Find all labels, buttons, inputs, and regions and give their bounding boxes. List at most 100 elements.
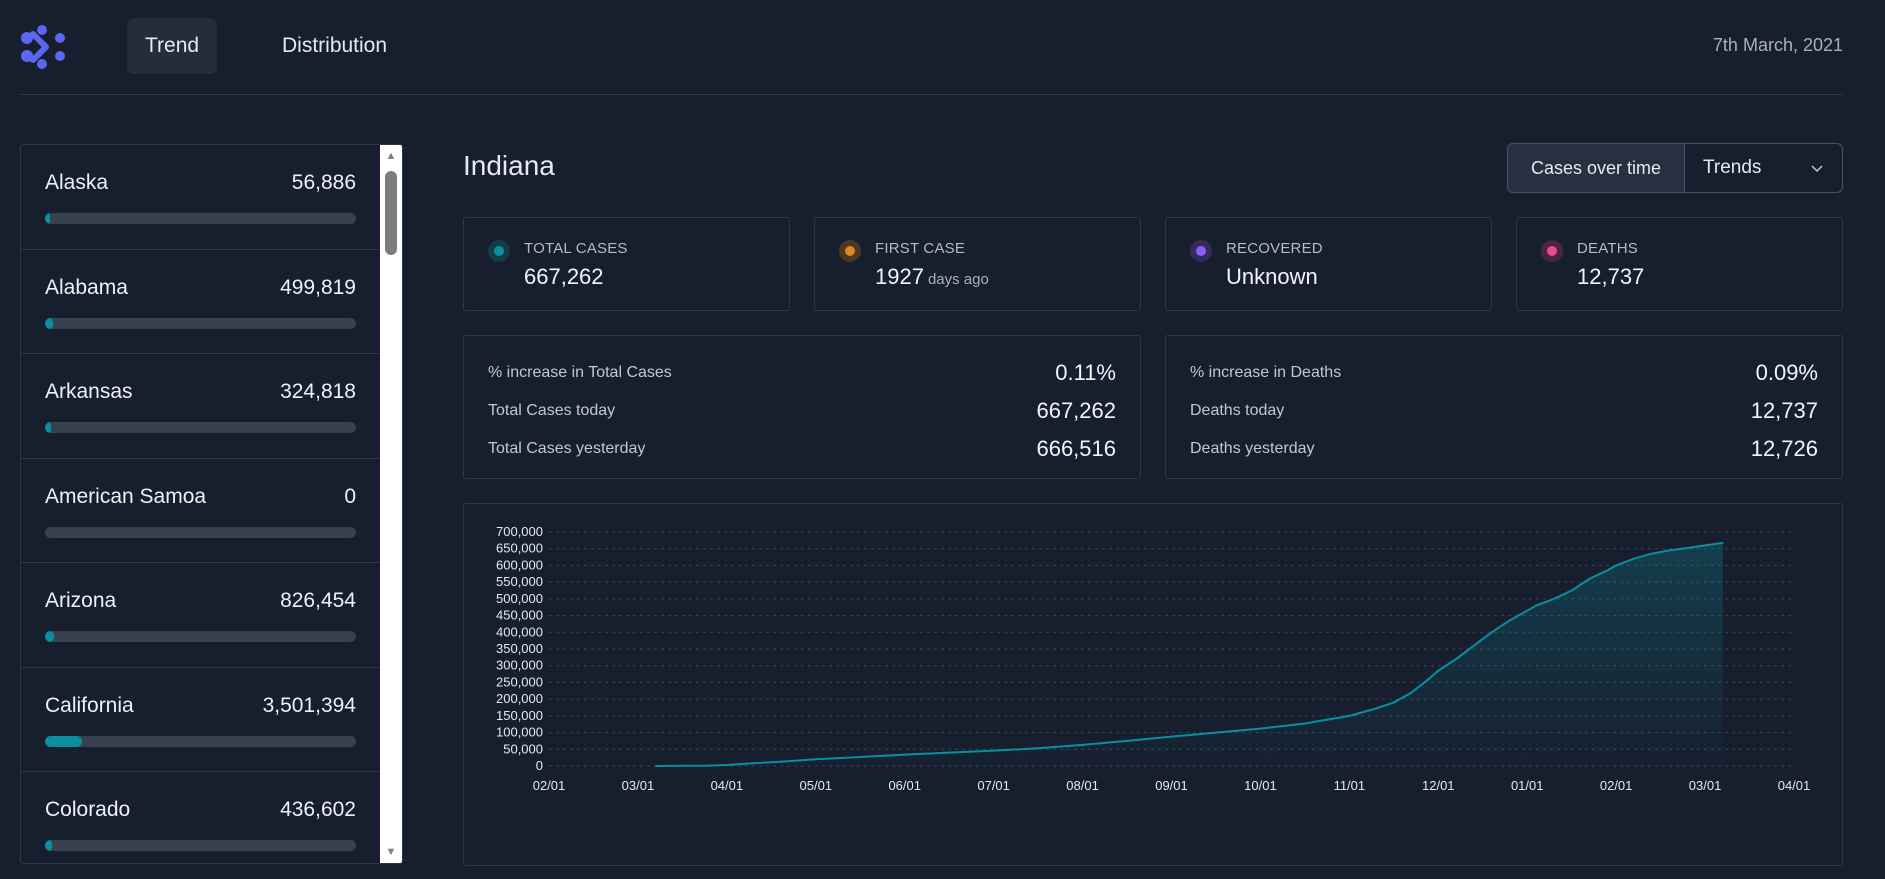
y-tick-label: 700,000 [496, 524, 543, 539]
cases-data-point [1722, 542, 1724, 544]
x-tick-label: 04/01 [711, 778, 744, 793]
cases-data-point [948, 751, 950, 754]
x-tick-label: 03/01 [1689, 778, 1722, 793]
state-case-count: 324,818 [280, 380, 356, 403]
state-list-scrollbar[interactable]: ▲ ▼ [380, 145, 402, 863]
x-tick-label: 03/01 [622, 778, 655, 793]
x-tick-label: 12/01 [1422, 778, 1455, 793]
state-list-item[interactable]: Alaska 56,886 [21, 145, 380, 250]
state-row: Arizona 826,454 [45, 589, 356, 613]
scroll-up-icon[interactable]: ▲ [380, 147, 402, 165]
cases-data-point [814, 758, 817, 761]
state-list-panel: Alaska 56,886 Alabama 499,819 Arkansas 324,81… [20, 144, 403, 864]
state-share-fill [45, 735, 83, 747]
view-type-dropdown[interactable]: Trends [1685, 144, 1842, 192]
cluster-logo-icon[interactable] [20, 24, 68, 70]
cases-data-point [1553, 598, 1555, 600]
cases-data-point [859, 756, 862, 758]
first-case-label: FIRST CASE [875, 240, 966, 257]
cases-increase-row: % increase in Total Cases 0.11% [488, 354, 1116, 392]
state-share-bar [45, 213, 356, 224]
deaths-today-row: Deaths today 12,737 [1190, 392, 1818, 430]
state-share-fill [45, 213, 50, 224]
y-tick-label: 250,000 [496, 674, 543, 689]
cases-data-point [708, 764, 710, 767]
state-row: American Samoa 0 [45, 485, 356, 509]
region-title: Indiana [463, 150, 555, 181]
detail-value: 667,262 [1036, 398, 1116, 423]
state-share-fill [45, 631, 55, 642]
state-list-item[interactable]: California 3,501,394 [21, 668, 380, 772]
scroll-down-icon[interactable]: ▼ [380, 843, 402, 861]
current-date: 7th March, 2021 [1712, 35, 1843, 55]
deaths-dot-icon [1541, 240, 1563, 262]
state-share-fill [45, 422, 52, 433]
detail-label: Deaths today [1190, 402, 1285, 419]
state-case-count: 436,602 [280, 798, 356, 821]
cases-data-point [1437, 669, 1440, 672]
cases-data-point [1606, 569, 1609, 572]
tab-trend-label: Trend [145, 34, 200, 57]
state-share-fill [45, 840, 52, 851]
state-share-bar [45, 840, 356, 851]
cases-data-point [1259, 727, 1262, 730]
cases-over-time-button[interactable]: Cases over time [1508, 144, 1685, 192]
y-tick-label: 350,000 [496, 641, 543, 656]
tab-distribution[interactable]: Distribution [264, 18, 405, 74]
cases-data-point [1473, 644, 1475, 647]
state-row: California 3,501,394 [45, 694, 356, 718]
state-list-item[interactable]: Arkansas 324,818 [21, 354, 380, 459]
x-tick-label: 02/01 [533, 778, 566, 793]
y-tick-label: 0 [536, 758, 543, 773]
cases-data-point [1570, 589, 1573, 592]
state-name: Arizona [45, 589, 117, 612]
cases-data-point [1393, 701, 1395, 704]
cases-data-point [1668, 549, 1671, 552]
tab-trend[interactable]: Trend [127, 18, 218, 74]
state-list-item[interactable]: Alabama 499,819 [21, 250, 380, 354]
deaths-increase-row: % increase in Deaths 0.09% [1190, 354, 1818, 392]
cases-data-point [1126, 740, 1128, 742]
y-tick-label: 500,000 [496, 591, 543, 606]
cases-data-point [1455, 658, 1457, 660]
view-selector: Cases over time Trends [1507, 143, 1843, 193]
cases-detail-card: % increase in Total Cases 0.11% Total Ca… [463, 335, 1141, 479]
state-list-item[interactable]: Arizona 826,454 [21, 563, 380, 668]
state-share-bar [45, 526, 356, 538]
cases-data-point [1428, 677, 1431, 680]
total-cases-dot-icon [488, 240, 510, 262]
x-tick-label: 02/01 [1600, 778, 1633, 793]
deaths-card: DEATHS 12,737 [1516, 217, 1843, 311]
state-name: Alaska [45, 171, 109, 194]
cases-data-point [1526, 609, 1529, 612]
deaths-yesterday-row: Deaths yesterday 12,726 [1190, 430, 1818, 468]
cases-trend-chart: 0 50,000 100,000 150,000 200,000 250,000 300,0… [463, 503, 1843, 866]
detail-value: 666,516 [1036, 436, 1116, 461]
cases-data-point [1535, 604, 1537, 607]
cases-data-point [1375, 707, 1377, 710]
cases-area-chart: 0 50,000100,000 150,000 200,000 250,000300,0… [496, 524, 1810, 793]
cases-data-point [1686, 547, 1689, 549]
state-share-bar [45, 317, 356, 329]
recovered-card: RECOVERED Unknown [1165, 217, 1492, 311]
state-case-count: 826,454 [280, 589, 356, 612]
top-header: Trend Distribution 7th March, 2021 [20, 0, 1843, 95]
y-tick-label: 650,000 [496, 541, 543, 556]
cases-data-point [1170, 735, 1173, 738]
state-list-item[interactable]: American Samoa 0 [21, 459, 380, 563]
cases-data-point [992, 749, 995, 752]
scroll-thumb[interactable] [385, 171, 397, 255]
cases-data-point [779, 760, 782, 763]
recovered-label: RECOVERED [1226, 240, 1323, 257]
state-name: California [45, 693, 134, 717]
state-list-item[interactable]: Colorado 436,602 [21, 772, 380, 863]
y-tick-label: 50,000 [503, 741, 543, 756]
cases-data-point [1215, 731, 1217, 734]
state-case-count: 499,819 [280, 275, 356, 299]
cases-yesterday-row: Total Cases yesterday 666,516 [488, 430, 1116, 468]
tab-distribution-label: Distribution [282, 34, 388, 57]
state-list[interactable]: Alaska 56,886 Alabama 499,819 Arkansas 324,81… [21, 145, 380, 863]
state-name: Alabama [45, 275, 128, 299]
y-tick-label: 450,000 [496, 608, 543, 623]
cases-data-point [903, 753, 906, 756]
